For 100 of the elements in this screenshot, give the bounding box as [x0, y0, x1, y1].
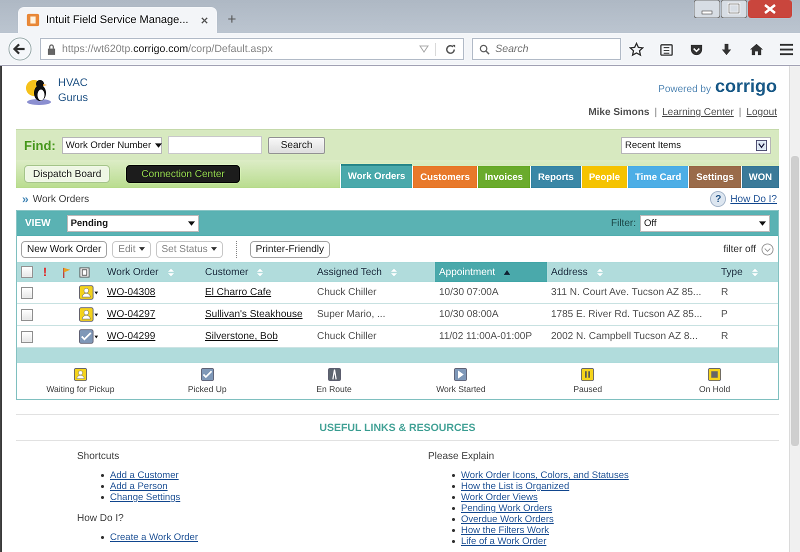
star-icon[interactable]	[629, 42, 644, 56]
sort-icon	[750, 268, 759, 276]
table-cell: Chuck Chiller	[317, 287, 376, 298]
close-icon[interactable]	[200, 16, 210, 24]
work-order-link[interactable]: WO-04299	[107, 331, 156, 342]
filter-toggle[interactable]: filter off	[723, 244, 756, 254]
bullet-icon	[452, 507, 455, 510]
bullet-icon	[101, 496, 104, 499]
brand-logo: corrigo	[714, 76, 777, 97]
filter-select[interactable]: Off	[640, 215, 770, 232]
legend-label: Work Started	[436, 384, 486, 394]
resource-link[interactable]: Add a Person	[110, 481, 168, 492]
select-all-checkbox[interactable]	[21, 266, 33, 278]
find-type-select[interactable]: Work Order Number	[62, 136, 162, 154]
nav-tab[interactable]: Settings	[688, 166, 741, 188]
help-link[interactable]: How Do I?	[730, 194, 777, 204]
find-field[interactable]	[168, 136, 262, 154]
customer-link[interactable]: Sullivan's Steakhouse	[205, 309, 303, 320]
resource-link[interactable]: How the Filters Work	[461, 525, 549, 536]
section-heading: How Do I?	[77, 513, 125, 524]
bullet-icon	[452, 496, 455, 499]
reading-list-icon[interactable]	[659, 42, 674, 56]
menu-icon[interactable]	[779, 42, 794, 56]
user-name: Mike Simons	[588, 107, 650, 118]
row-checkbox[interactable]	[21, 330, 33, 342]
resource-link[interactable]: Create a Work Order	[110, 532, 198, 543]
legend-label: Waiting for Pickup	[46, 384, 114, 394]
section-title: USEFUL LINKS & RESOURCES	[16, 415, 779, 441]
filter-label: Filter:	[611, 218, 636, 229]
legend-label: Paused	[573, 384, 602, 394]
recent-items-select[interactable]: Recent Items	[621, 136, 771, 154]
sort-icon	[166, 268, 174, 276]
resource-link[interactable]: Change Settings	[110, 492, 180, 503]
row-checkbox[interactable]	[21, 308, 33, 320]
nav-tab[interactable]: WON	[740, 166, 779, 188]
column-header[interactable]: Address	[547, 262, 717, 282]
resource-link[interactable]: How the List is Organized	[461, 481, 570, 492]
scrollbar-thumb[interactable]	[791, 156, 799, 446]
minimize-icon[interactable]	[694, 0, 720, 18]
scrollbar[interactable]	[789, 66, 800, 552]
back-icon[interactable]	[8, 37, 32, 61]
resource-link[interactable]: Work Order Views	[461, 492, 538, 503]
home-icon[interactable]	[749, 42, 764, 56]
work-order-link[interactable]: WO-04308	[107, 287, 156, 298]
bullet-icon	[452, 474, 455, 477]
bullet-icon	[452, 518, 455, 521]
column-header[interactable]: Type	[717, 262, 778, 282]
caret-icon	[138, 247, 145, 251]
customer-link[interactable]: Silverstone, Bob	[205, 331, 278, 342]
header-link[interactable]: Learning Center	[662, 107, 734, 118]
browser-tab[interactable]: Intuit Field Service Manage...	[18, 7, 218, 33]
resource-link[interactable]: Overdue Work Orders	[461, 514, 554, 525]
table-cell: Super Mario, ...	[317, 309, 386, 320]
customer-link[interactable]: El Charro Cafe	[205, 287, 272, 298]
breadcrumb-mark: »	[22, 192, 29, 206]
close-icon[interactable]	[748, 0, 792, 18]
toolbar-button[interactable]: Printer-Friendly	[250, 240, 330, 258]
bullet-icon	[101, 474, 104, 477]
company-name: HVAC Gurus	[58, 76, 89, 106]
bullet-icon	[101, 485, 104, 488]
column-header[interactable]: Work Order	[103, 262, 201, 282]
caret-icon	[210, 247, 217, 251]
person-status-icon[interactable]	[79, 285, 99, 300]
caret-icon	[756, 140, 767, 150]
resource-link[interactable]: Pending Work Orders	[461, 503, 552, 514]
resource-link[interactable]: Work Order Icons, Colors, and Statuses	[461, 470, 629, 481]
resource-link[interactable]: Life of a Work Order	[461, 536, 546, 547]
sort-icon	[596, 268, 604, 276]
connection-button[interactable]: Connection Center	[126, 165, 240, 183]
nav-tab[interactable]: Reports	[530, 166, 581, 188]
find-label: Find:	[24, 138, 56, 152]
legend-label: Picked Up	[188, 384, 227, 394]
sort-ascending-icon	[503, 268, 512, 276]
document-icon	[79, 266, 90, 278]
person-status-icon[interactable]	[79, 307, 99, 322]
table-cell: P	[721, 309, 728, 320]
search-button[interactable]: Search	[268, 136, 326, 154]
legend-label: On Hold	[698, 384, 730, 394]
resource-link[interactable]: Add a Customer	[110, 470, 179, 481]
caret-icon	[188, 221, 195, 226]
search-box[interactable]: Search	[472, 38, 621, 60]
check-status-icon[interactable]	[79, 329, 99, 344]
toolbar-button[interactable]: New Work Order	[21, 240, 108, 258]
header-link[interactable]: Logout	[746, 107, 777, 118]
column-header[interactable]: Customer	[201, 262, 313, 282]
work-order-link[interactable]: WO-04297	[107, 309, 156, 320]
tab-title: Intuit Field Service Manage...	[46, 14, 188, 26]
row-checkbox[interactable]	[21, 286, 33, 298]
column-header[interactable]: Assigned Tech	[313, 262, 435, 282]
reload-icon[interactable]	[435, 42, 458, 56]
favicon-icon	[26, 13, 40, 27]
new-tab-button[interactable]: +	[227, 11, 236, 28]
maximize-icon[interactable]	[721, 0, 747, 18]
expand-icon[interactable]	[761, 242, 774, 256]
lock-icon	[47, 44, 56, 54]
separator: |	[654, 107, 658, 118]
help-icon[interactable]: ?	[710, 191, 726, 207]
download-icon[interactable]	[719, 42, 734, 56]
view-select[interactable]: Pending	[66, 215, 199, 232]
dispatch-button[interactable]: Dispatch Board	[24, 165, 110, 183]
